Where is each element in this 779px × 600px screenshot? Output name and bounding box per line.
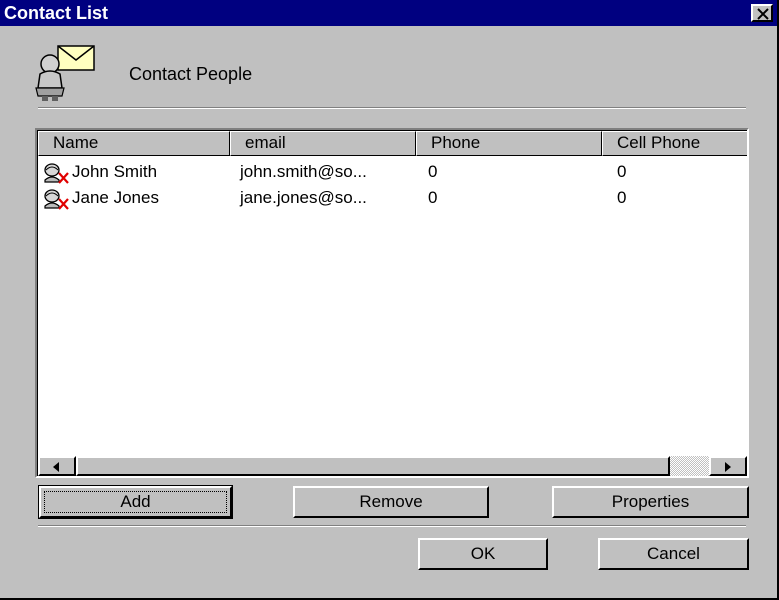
- scroll-right-button[interactable]: [709, 456, 747, 476]
- close-icon: [757, 8, 769, 20]
- column-header-phone[interactable]: Phone: [416, 131, 602, 156]
- column-headers: Name email Phone Cell Phone: [38, 131, 747, 156]
- contact-person-icon: [44, 189, 69, 210]
- cell-name: John Smith: [72, 162, 158, 181]
- column-header-cell-phone[interactable]: Cell Phone: [602, 131, 747, 156]
- cell-phone: 0: [428, 188, 438, 207]
- ok-button[interactable]: OK: [418, 538, 548, 570]
- scroll-thumb[interactable]: [76, 456, 670, 476]
- cell-email: john.smith@so...: [240, 162, 367, 181]
- scroll-track[interactable]: [670, 456, 709, 476]
- column-header-email[interactable]: email: [230, 131, 416, 156]
- cancel-button-label: Cancel: [647, 544, 700, 563]
- horizontal-scrollbar[interactable]: [38, 456, 747, 476]
- arrow-right-icon: [725, 462, 731, 472]
- close-button[interactable]: [751, 4, 773, 22]
- column-header-name[interactable]: Name: [38, 131, 230, 156]
- properties-button-label: Properties: [611, 492, 690, 511]
- cell-phone: 0: [428, 162, 438, 181]
- cell-cell-phone: 0: [617, 188, 627, 207]
- divider: [38, 525, 746, 527]
- cell-cell-phone: 0: [617, 162, 627, 181]
- scroll-left-button[interactable]: [38, 456, 76, 476]
- cancel-button[interactable]: Cancel: [598, 538, 749, 570]
- contact-list-dialog: Contact List Contact People Name email P…: [0, 0, 779, 600]
- window-title: Contact List: [4, 3, 109, 23]
- properties-button[interactable]: Properties: [552, 486, 749, 518]
- table-row[interactable]: John Smith john.smith@so... 0 0: [38, 160, 747, 186]
- remove-button-label: Remove: [359, 492, 423, 511]
- cell-email: jane.jones@so...: [240, 188, 367, 207]
- ok-button-label: OK: [470, 544, 496, 563]
- divider: [38, 107, 746, 109]
- table-row[interactable]: Jane Jones jane.jones@so... 0 0: [38, 186, 747, 212]
- cell-name: Jane Jones: [72, 188, 159, 207]
- focus-rectangle: [44, 491, 227, 513]
- contact-person-icon: [44, 163, 69, 184]
- contacts-list[interactable]: Name email Phone Cell Phone John Smith j…: [35, 128, 749, 478]
- remove-button[interactable]: Remove: [293, 486, 489, 518]
- title-bar[interactable]: Contact List: [0, 0, 777, 26]
- header-title: Contact People: [129, 64, 253, 84]
- arrow-left-icon: [53, 462, 59, 472]
- add-button[interactable]: Add: [38, 485, 233, 519]
- contact-mail-icon: [35, 45, 95, 101]
